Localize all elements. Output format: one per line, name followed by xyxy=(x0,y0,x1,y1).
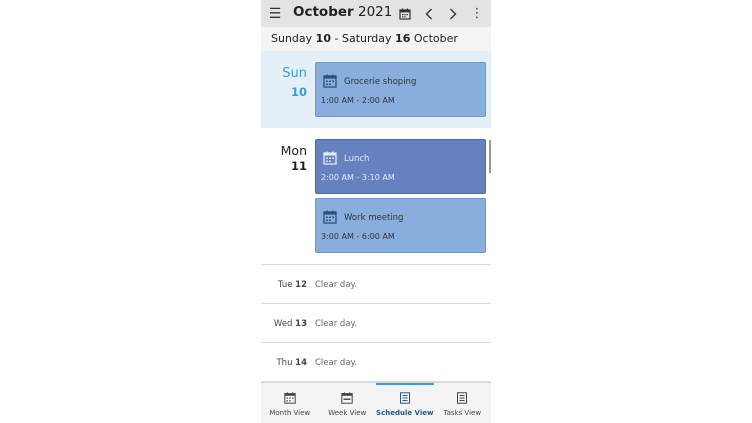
range-separator: - xyxy=(334,32,339,45)
week-calendar-icon xyxy=(341,392,353,404)
clear-day-label: Thu 14 xyxy=(276,358,307,368)
clear-day-name: Tue xyxy=(277,280,293,290)
clear-day-row: Thu 14 Clear day. xyxy=(261,343,491,382)
schedule-list-icon xyxy=(399,392,410,404)
nav-label: Schedule View xyxy=(376,409,434,417)
week-range: Sunday 10 - Saturday 16 October xyxy=(261,27,491,51)
clear-day-num: 13 xyxy=(295,319,307,329)
clear-day-text: Clear day. xyxy=(315,358,358,368)
tasks-list-icon xyxy=(457,392,468,404)
more-vertical-icon[interactable]: ⋮ xyxy=(467,0,487,27)
range-end-day: Saturday xyxy=(341,32,392,45)
day-name: Sun xyxy=(282,66,307,81)
event-title: Lunch xyxy=(344,154,370,164)
range-end-num: 16 xyxy=(395,32,411,45)
event-time: 1:00 AM - 2:00 AM xyxy=(321,96,395,105)
day-row-mon: Mon 11 Lunch 2:00 AM - 3:10 AM Work meet… xyxy=(261,128,491,265)
clear-day-text: Clear day. xyxy=(315,319,358,329)
event-card[interactable]: Work meeting 3:00 AM - 6:00 AM xyxy=(315,198,486,253)
event-calendar-icon xyxy=(323,210,337,224)
clear-day-label: Wed 13 xyxy=(274,319,307,329)
clear-day-text: Clear day. xyxy=(315,280,358,290)
clear-day-name: Wed xyxy=(273,319,293,329)
range-start-day: Sunday xyxy=(271,32,313,45)
nav-schedule-view[interactable]: Schedule View xyxy=(376,383,434,423)
scrollbar[interactable] xyxy=(489,140,491,173)
chevron-right-icon[interactable] xyxy=(443,0,463,27)
range-end-month: October xyxy=(413,32,458,45)
title-month: October xyxy=(293,4,354,20)
event-card[interactable]: Grocerie shoping 1:00 AM - 2:00 AM xyxy=(315,62,486,117)
title-year: 2021 xyxy=(357,4,393,20)
day-number: 10 xyxy=(290,85,307,99)
day-number: 11 xyxy=(290,159,307,173)
nav-tasks-view[interactable]: Tasks View xyxy=(434,383,492,423)
calendar-app: ☰ October 2021 ⋮ Sunday 10 - Saturday 16… xyxy=(261,0,491,423)
event-time: 2:00 AM - 3:10 AM xyxy=(321,173,395,182)
month-title: October 2021 xyxy=(293,4,392,20)
clear-day-row: Tue 12 Clear day. xyxy=(261,265,491,304)
event-title: Work meeting xyxy=(344,213,404,223)
clear-day-name: Thu xyxy=(276,358,293,368)
top-toolbar: ☰ October 2021 ⋮ xyxy=(261,0,491,27)
clear-day-row: Wed 13 Clear day. xyxy=(261,304,491,343)
clear-day-num: 14 xyxy=(295,358,307,368)
month-calendar-icon xyxy=(284,392,296,404)
clear-day-num: 12 xyxy=(295,280,307,290)
event-title: Grocerie shoping xyxy=(344,77,417,87)
event-time: 3:00 AM - 6:00 AM xyxy=(321,232,395,241)
nav-label: Month View xyxy=(269,409,311,417)
day-name: Mon xyxy=(280,143,307,158)
nav-label: Week View xyxy=(328,409,367,417)
calendar-icon[interactable] xyxy=(394,0,416,27)
event-calendar-icon xyxy=(323,74,337,88)
hamburger-icon[interactable]: ☰ xyxy=(264,0,286,27)
nav-label: Tasks View xyxy=(443,409,482,417)
nav-week-view[interactable]: Week View xyxy=(319,383,377,423)
nav-month-view[interactable]: Month View xyxy=(261,383,319,423)
day-row-sun: Sun 10 Grocerie shoping 1:00 AM - 2:00 A… xyxy=(261,51,491,128)
bottom-nav: Month View Week View Schedule View Tasks… xyxy=(261,382,491,423)
clear-day-label: Tue 12 xyxy=(278,280,307,290)
event-card[interactable]: Lunch 2:00 AM - 3:10 AM xyxy=(315,139,486,194)
chevron-left-icon[interactable] xyxy=(419,0,439,27)
event-calendar-icon xyxy=(323,151,337,165)
range-start-num: 10 xyxy=(315,32,331,45)
